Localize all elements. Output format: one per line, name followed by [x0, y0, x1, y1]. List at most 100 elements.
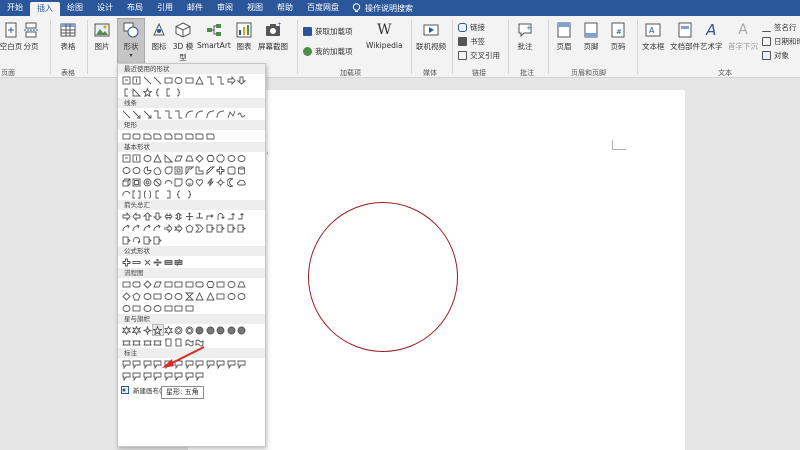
- ribbon-shape-button[interactable]: [132, 337, 142, 347]
- callout-shape-button[interactable]: [174, 371, 184, 381]
- blank-page-button[interactable]: 空白页: [0, 22, 22, 52]
- teardrop-shape-button[interactable]: [163, 165, 173, 175]
- arrow-curved-shape-button[interactable]: [121, 223, 131, 233]
- hexagon-shape-button[interactable]: [205, 153, 215, 163]
- curve-shape-button[interactable]: [184, 109, 194, 119]
- callout-shape-button[interactable]: [153, 371, 163, 381]
- callout-arrow-shape-button[interactable]: [237, 223, 247, 233]
- text-box-shape-button[interactable]: [121, 75, 131, 85]
- freeform-shape-button[interactable]: [226, 109, 236, 119]
- callout-shape-button[interactable]: [237, 359, 247, 369]
- arrow-curved-shape-button[interactable]: [142, 223, 152, 233]
- arrow-curved-shape-button[interactable]: [153, 223, 163, 233]
- curve-shape-button[interactable]: [216, 109, 226, 119]
- callout-shape-button[interactable]: [142, 371, 152, 381]
- page-number-button[interactable]: # 页码: [610, 22, 626, 52]
- callout-shape-button[interactable]: [121, 371, 131, 381]
- smiley-shape-button[interactable]: [184, 177, 194, 187]
- callout-shape-button[interactable]: [216, 359, 226, 369]
- curve-shape-button[interactable]: [205, 109, 215, 119]
- text-box-button[interactable]: A 文本框: [642, 22, 665, 52]
- arrow-curved-shape-button[interactable]: [132, 223, 142, 233]
- triangle-shape-button[interactable]: [195, 291, 205, 301]
- arc-shape-button[interactable]: [121, 189, 131, 199]
- chart-button[interactable]: 图表: [236, 22, 252, 52]
- snip-rect-shape-button[interactable]: [163, 131, 173, 141]
- tab-2[interactable]: 绘图: [60, 0, 90, 16]
- star10-shape-button[interactable]: [195, 325, 205, 335]
- callout-shape-button[interactable]: [121, 359, 131, 369]
- arrow-down-shape-button[interactable]: [153, 211, 163, 221]
- oval-shape-button[interactable]: [226, 153, 236, 163]
- line-shape-button[interactable]: [121, 109, 131, 119]
- not-equal-shape-button[interactable]: [174, 257, 184, 267]
- round-rect-shape-button[interactable]: [174, 131, 184, 141]
- arrow-line-shape-button[interactable]: [132, 109, 142, 119]
- oval-shape-button[interactable]: [226, 279, 236, 289]
- rect-shape-button[interactable]: [121, 131, 131, 141]
- tab-10[interactable]: 百度网盘: [300, 0, 346, 16]
- lightning-shape-button[interactable]: [205, 177, 215, 187]
- signature-line-button[interactable]: 签名行: [762, 22, 797, 33]
- vtext-box-shape-button[interactable]: [132, 75, 142, 85]
- line-shape-button[interactable]: [142, 75, 152, 85]
- arrow-right-shape-button[interactable]: [226, 75, 236, 85]
- can-shape-button[interactable]: [237, 165, 247, 175]
- shapes-button[interactable]: 形状 ▾: [117, 18, 145, 65]
- pentagon-shape-button[interactable]: [132, 291, 142, 301]
- plaque-shape-button[interactable]: [226, 165, 236, 175]
- oval-shape-button[interactable]: [237, 153, 247, 163]
- rounded-rect-shape-button[interactable]: [195, 279, 205, 289]
- plus-shape-button[interactable]: [121, 257, 131, 267]
- smartart-button[interactable]: SmartArt: [197, 22, 231, 50]
- wikipedia-button[interactable]: W Wikipedia: [366, 22, 403, 50]
- star16-shape-button[interactable]: [216, 325, 226, 335]
- callout-arrow-shape-button[interactable]: [205, 223, 215, 233]
- arrow-left-shape-button[interactable]: [132, 211, 142, 221]
- diamond-shape-button[interactable]: [121, 291, 131, 301]
- half-frame-shape-button[interactable]: [184, 165, 194, 175]
- rect-shape-button[interactable]: [174, 303, 184, 313]
- rtriangle-shape-button[interactable]: [132, 87, 142, 97]
- octagon-shape-button[interactable]: [216, 153, 226, 163]
- diamond-shape-button[interactable]: [195, 153, 205, 163]
- oval-shape-button[interactable]: [121, 303, 131, 313]
- ribbon-shape-button[interactable]: [121, 337, 131, 347]
- arrow-notched-shape-button[interactable]: [174, 223, 184, 233]
- rect-shape-button[interactable]: [174, 279, 184, 289]
- arrow-up-shape-button[interactable]: [142, 211, 152, 221]
- chord-shape-button[interactable]: [153, 165, 163, 175]
- trapezoid-shape-button[interactable]: [184, 153, 194, 163]
- my-addins-button[interactable]: 我的加载项: [303, 46, 353, 57]
- oval-shape-button[interactable]: [121, 165, 131, 175]
- arrow-down-shape-button[interactable]: [237, 75, 247, 85]
- star6-shape-button[interactable]: [163, 325, 173, 335]
- chevron-shape-button[interactable]: [195, 223, 205, 233]
- rounded-rect-shape-button[interactable]: [132, 279, 142, 289]
- wordart-button[interactable]: A 艺术字: [700, 22, 723, 52]
- brace-l-shape-button[interactable]: [174, 189, 184, 199]
- arrow-bentup-shape-button[interactable]: [237, 211, 247, 221]
- callout-arrow-shape-button[interactable]: [121, 235, 131, 245]
- get-addins-button[interactable]: 获取加载项: [303, 26, 353, 37]
- tab-1[interactable]: 插入: [30, 2, 60, 16]
- tab-4[interactable]: 布局: [120, 0, 150, 16]
- tab-5[interactable]: 引用: [150, 0, 180, 16]
- bracket-r-shape-button[interactable]: [163, 189, 173, 199]
- oval-shape-button[interactable]: [132, 165, 142, 175]
- oval-shape-button[interactable]: [153, 303, 163, 313]
- callout-shape-button[interactable]: [132, 371, 142, 381]
- callout-arrow-shape-button[interactable]: [216, 223, 226, 233]
- block-arc-shape-button[interactable]: [163, 177, 173, 187]
- arrow-ud-shape-button[interactable]: [174, 211, 184, 221]
- brace-r-shape-button[interactable]: [174, 87, 184, 97]
- rect-shape-button[interactable]: [163, 279, 173, 289]
- page-break-button[interactable]: 分页: [23, 22, 39, 52]
- cube-shape-button[interactable]: [121, 177, 131, 187]
- equal-shape-button[interactable]: [163, 257, 173, 267]
- callout-shape-button[interactable]: [163, 371, 173, 381]
- bracket-l-shape-button[interactable]: [121, 87, 131, 97]
- callout-arrow-shape-button[interactable]: [153, 235, 163, 245]
- bracket-pair-shape-button[interactable]: [132, 189, 142, 199]
- multiply-shape-button[interactable]: [142, 257, 152, 267]
